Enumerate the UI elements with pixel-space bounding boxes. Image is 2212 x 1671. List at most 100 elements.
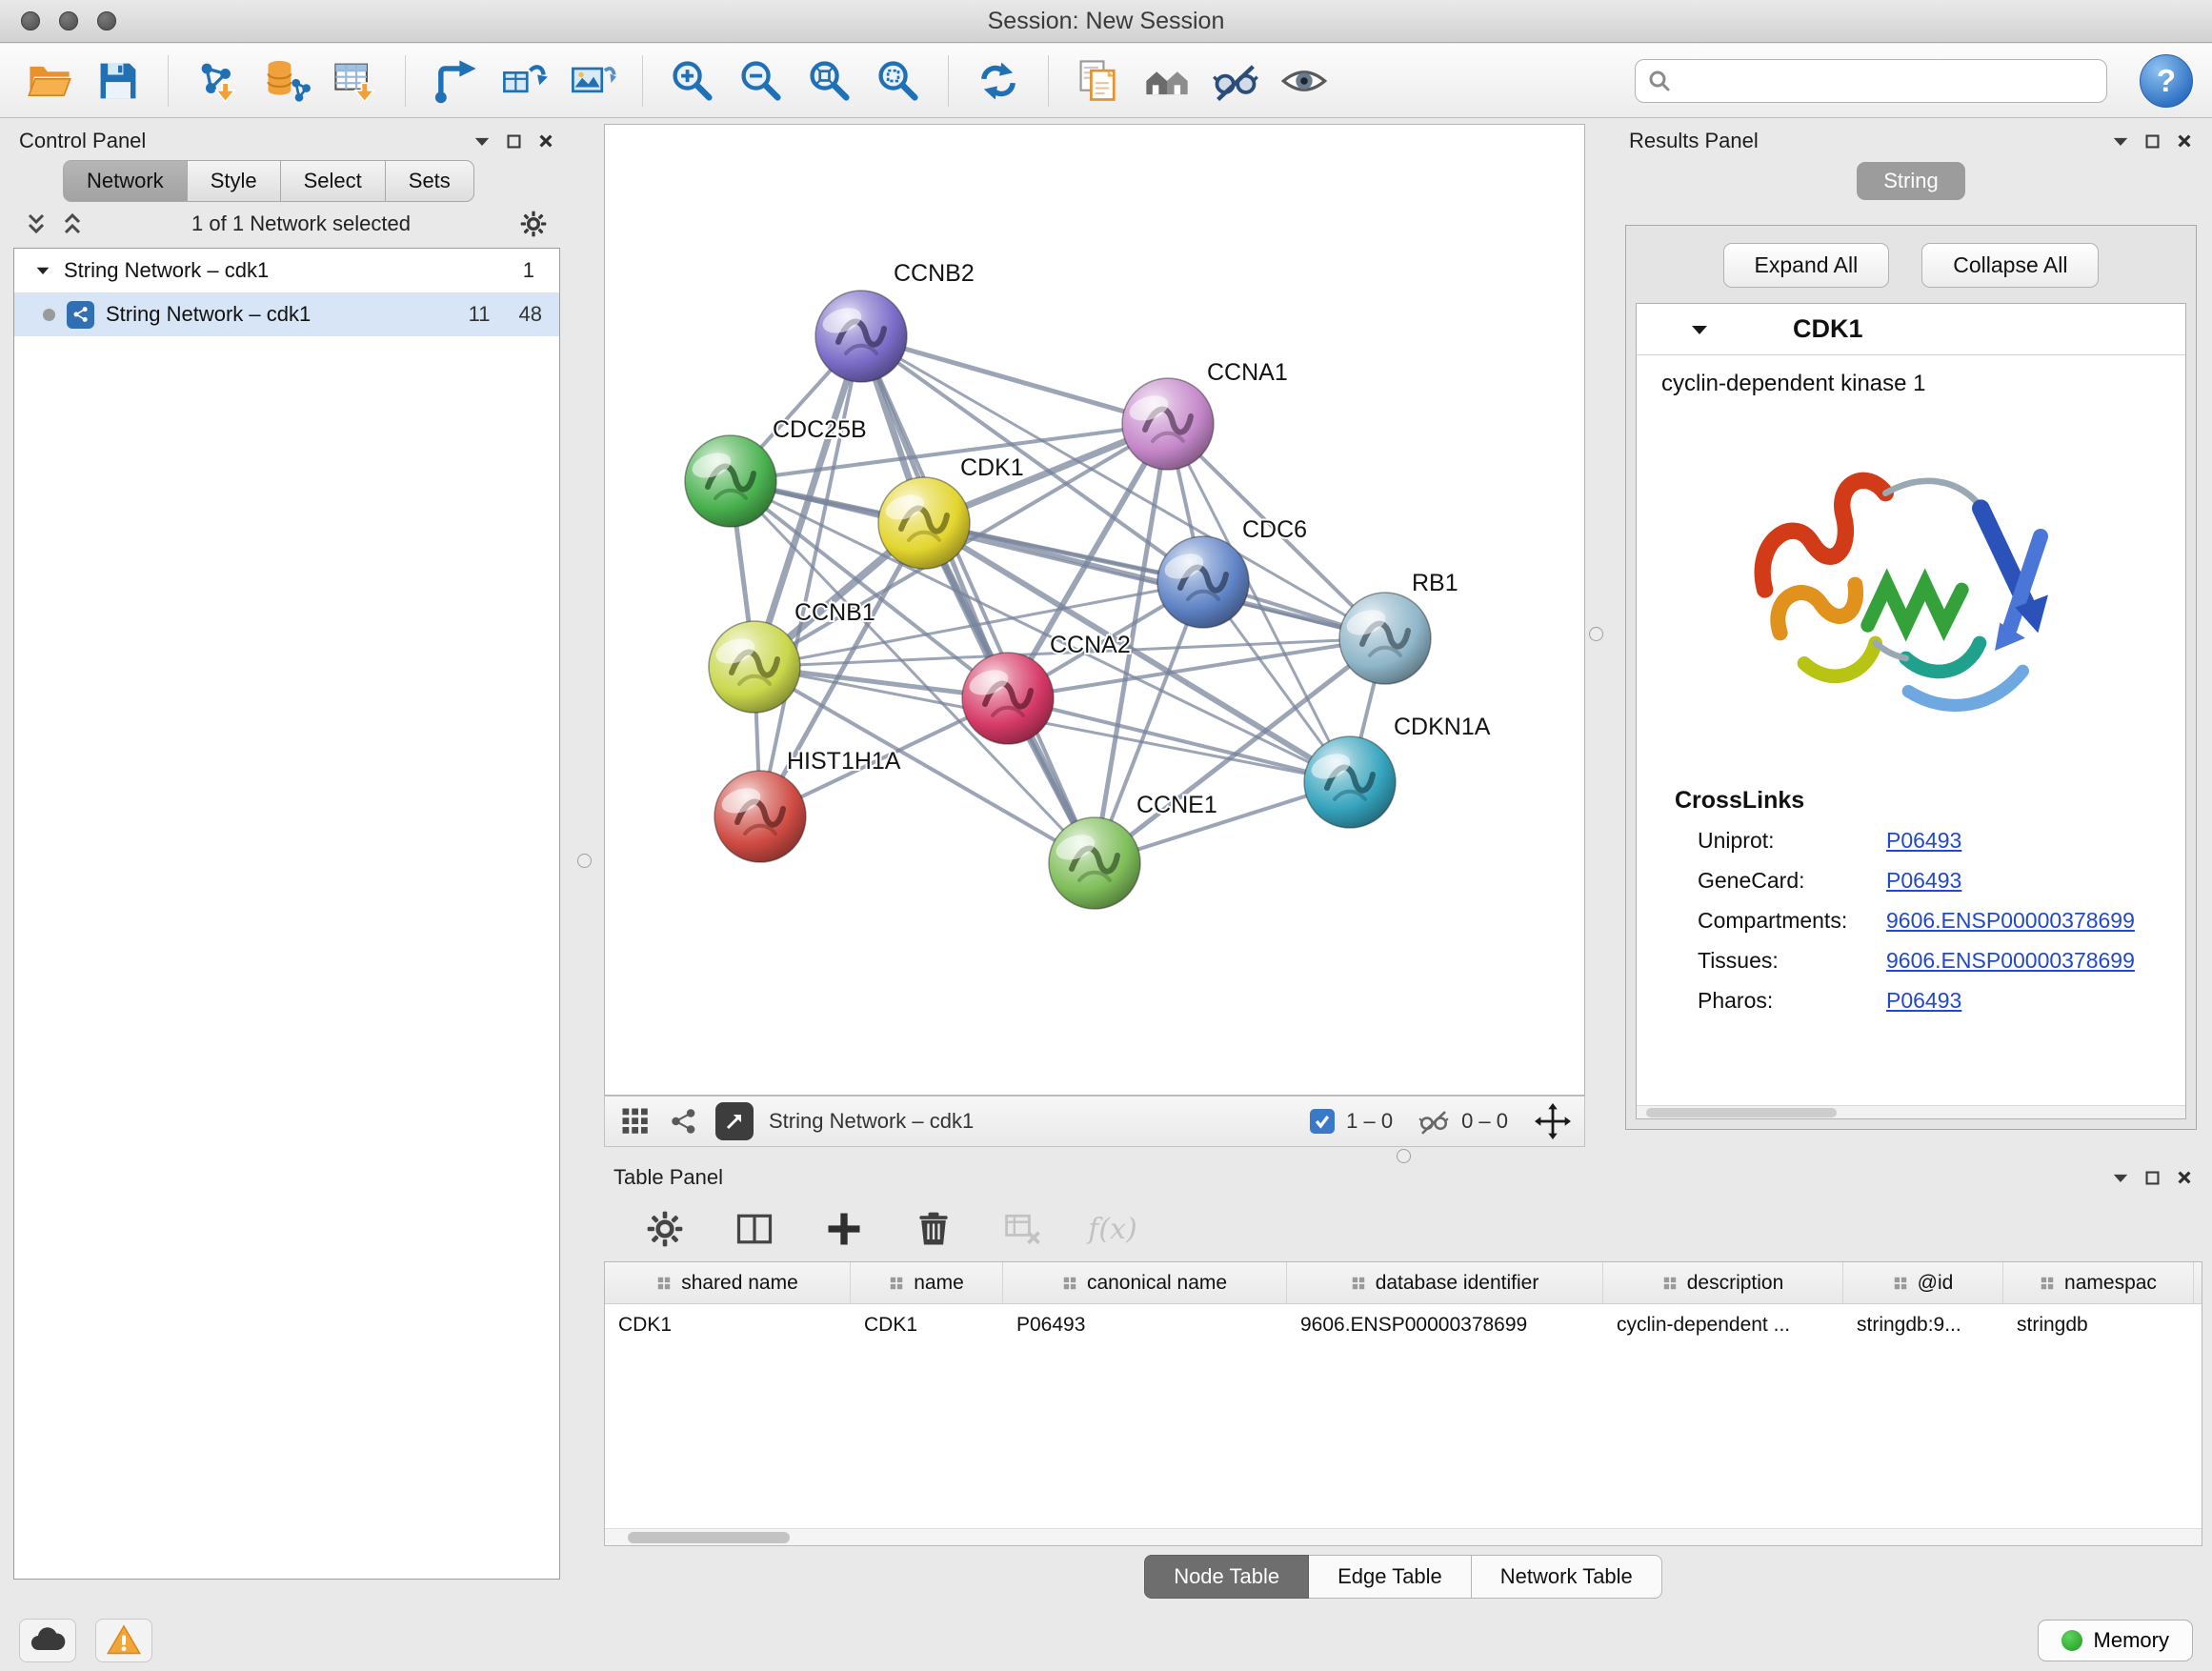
collapse-caret-icon[interactable] <box>2112 1173 2129 1183</box>
open-in-new-window-button[interactable] <box>715 1102 754 1140</box>
pan-mode-button[interactable] <box>1535 1103 1571 1139</box>
search-input[interactable] <box>1679 69 2095 93</box>
uniprot-link[interactable]: P06493 <box>1886 828 1961 854</box>
table-options-button[interactable] <box>642 1206 688 1252</box>
import-network-from-file-button[interactable] <box>188 50 249 111</box>
network-node[interactable] <box>1304 736 1396 828</box>
new-network-from-selection-button[interactable] <box>493 50 554 111</box>
expand-all-button[interactable]: Expand All <box>1723 243 1890 288</box>
column-header[interactable]: canonical name <box>1003 1262 1287 1303</box>
help-button[interactable]: ? <box>2140 54 2193 108</box>
close-panel-icon[interactable] <box>2176 1169 2193 1186</box>
network-node[interactable] <box>878 477 970 569</box>
section-collapse-caret-icon[interactable] <box>1690 324 1709 335</box>
tab-edge-table[interactable]: Edge Table <box>1309 1555 1472 1599</box>
network-edge[interactable] <box>861 336 1168 424</box>
column-header[interactable]: database identifier <box>1287 1262 1603 1303</box>
create-column-button[interactable] <box>821 1206 867 1252</box>
network-node[interactable] <box>1122 378 1214 470</box>
tab-style[interactable]: Style <box>187 160 280 202</box>
table-cell[interactable]: cyclin-dependent ... <box>1603 1304 1843 1346</box>
cloud-status-button[interactable] <box>19 1619 76 1662</box>
column-header[interactable]: name <box>851 1262 1003 1303</box>
string-network-button[interactable] <box>668 1105 700 1137</box>
scrollbar-thumb[interactable] <box>1646 1108 1837 1117</box>
table-cell[interactable]: P06493 <box>1003 1304 1287 1346</box>
selected-checkbox-icon[interactable] <box>1310 1109 1335 1134</box>
float-panel-icon[interactable] <box>2144 133 2161 150</box>
tab-string[interactable]: String <box>1857 162 1964 200</box>
tissues-link[interactable]: 9606.ENSP00000378699 <box>1886 948 2135 974</box>
expand-all-networks-icon[interactable] <box>61 212 84 235</box>
tab-sets[interactable]: Sets <box>385 160 474 202</box>
save-session-button[interactable] <box>88 50 149 111</box>
genecard-link[interactable]: P06493 <box>1886 868 1961 894</box>
tab-node-table[interactable]: Node Table <box>1144 1555 1309 1599</box>
network-node[interactable] <box>1049 817 1140 909</box>
birds-eye-view-button[interactable] <box>618 1104 653 1138</box>
tree-expand-caret-icon[interactable] <box>35 266 50 275</box>
network-collection-row[interactable]: String Network – cdk1 1 <box>14 249 559 292</box>
compartments-link[interactable]: 9606.ENSP00000378699 <box>1886 908 2135 934</box>
hide-selected-button[interactable] <box>1205 50 1266 111</box>
network-canvas[interactable]: CCNB2CCNA1CDC25BCDK1CDC6RB1CCNB1CCNA2CDK… <box>604 124 1585 1096</box>
gear-icon[interactable] <box>518 209 549 239</box>
column-header[interactable]: namespac <box>2003 1262 2194 1303</box>
export-image-button[interactable] <box>562 50 623 111</box>
collapse-caret-icon[interactable] <box>473 136 491 147</box>
collapse-caret-icon[interactable] <box>2112 136 2129 147</box>
zoom-selected-button[interactable] <box>868 50 929 111</box>
scrollbar-thumb[interactable] <box>628 1532 790 1543</box>
table-cell[interactable]: CDK1 <box>605 1304 851 1346</box>
network-node[interactable] <box>815 291 907 382</box>
delete-table-button[interactable] <box>1000 1206 1046 1252</box>
column-header[interactable]: description <box>1603 1262 1843 1303</box>
table-cell[interactable]: CDK1 <box>851 1304 1003 1346</box>
table-cell[interactable]: stringdb:9... <box>1843 1304 2003 1346</box>
column-header[interactable]: @id <box>1843 1262 2003 1303</box>
pharos-link[interactable]: P06493 <box>1886 988 1961 1014</box>
tab-network-table[interactable]: Network Table <box>1472 1555 1662 1599</box>
network-node[interactable] <box>685 435 776 527</box>
table-horizontal-scrollbar[interactable] <box>605 1528 2202 1545</box>
duplicate-document-button[interactable] <box>1068 50 1129 111</box>
float-panel-icon[interactable] <box>506 133 522 150</box>
collapse-all-button[interactable]: Collapse All <box>1921 243 2099 288</box>
show-columns-button[interactable] <box>732 1206 777 1252</box>
first-neighbors-button[interactable] <box>425 50 486 111</box>
network-edge[interactable] <box>760 336 861 816</box>
warnings-button[interactable] <box>95 1619 152 1662</box>
float-panel-icon[interactable] <box>2144 1170 2161 1186</box>
results-horizontal-scrollbar[interactable] <box>1637 1105 2185 1118</box>
delete-column-button[interactable] <box>911 1206 956 1252</box>
zoom-fit-button[interactable] <box>799 50 860 111</box>
zoom-out-button[interactable] <box>731 50 792 111</box>
function-builder-button[interactable]: f(x) <box>1090 1206 1136 1252</box>
close-panel-icon[interactable] <box>2176 132 2193 150</box>
network-node[interactable] <box>714 771 806 862</box>
close-panel-icon[interactable] <box>537 132 554 150</box>
zoom-in-button[interactable] <box>662 50 723 111</box>
cybrowser-home-button[interactable] <box>1136 50 1197 111</box>
network-node[interactable] <box>1157 536 1249 628</box>
network-node[interactable] <box>1339 593 1431 684</box>
splitter-handle[interactable] <box>577 854 592 868</box>
network-graph[interactable]: CCNB2CCNA1CDC25BCDK1CDC6RB1CCNB1CCNA2CDK… <box>605 125 1584 1095</box>
network-node[interactable] <box>962 653 1054 744</box>
import-network-from-database-button[interactable] <box>256 50 317 111</box>
collapse-all-networks-icon[interactable] <box>25 212 48 235</box>
apply-layout-button[interactable] <box>968 50 1029 111</box>
column-header[interactable]: shared name <box>605 1262 851 1303</box>
splitter-handle[interactable] <box>1589 627 1603 641</box>
open-session-button[interactable] <box>19 50 80 111</box>
memory-button[interactable]: Memory <box>2038 1620 2193 1661</box>
network-node[interactable] <box>709 621 800 713</box>
tab-network[interactable]: Network <box>63 160 187 202</box>
table-cell[interactable]: stringdb <box>2003 1304 2194 1346</box>
import-table-button[interactable] <box>325 50 386 111</box>
splitter-handle[interactable] <box>1397 1149 1411 1163</box>
network-row-selected[interactable]: String Network – cdk1 11 48 <box>14 292 559 336</box>
tab-select[interactable]: Select <box>280 160 385 202</box>
show-all-button[interactable] <box>1274 50 1335 111</box>
table-cell[interactable]: 9606.ENSP00000378699 <box>1287 1304 1603 1346</box>
